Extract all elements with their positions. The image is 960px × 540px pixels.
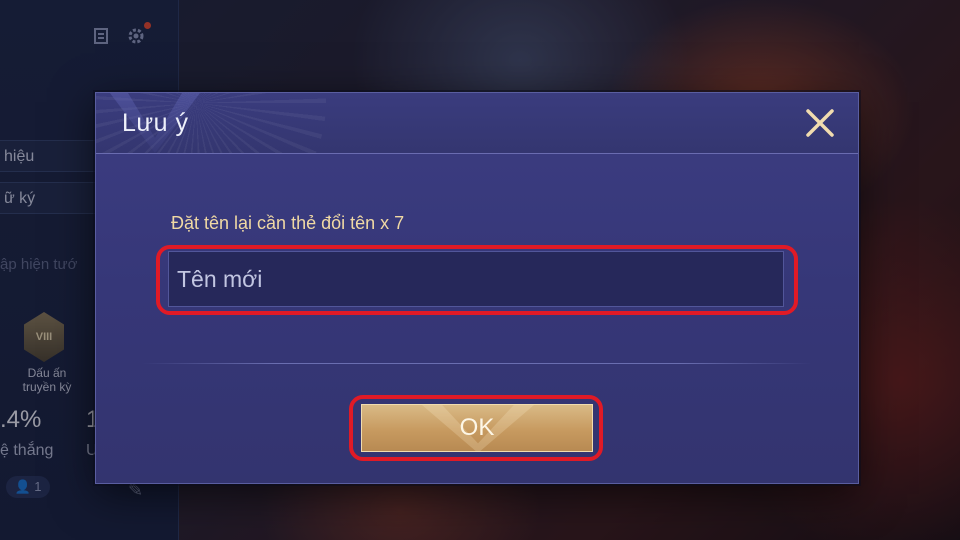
- close-icon: [806, 109, 834, 137]
- close-button[interactable]: [804, 107, 836, 139]
- dialog-divider: [142, 363, 812, 364]
- ok-button-label: OK: [459, 414, 495, 441]
- dialog-header: Lưu ý: [96, 93, 858, 154]
- new-name-input[interactable]: [168, 251, 784, 307]
- rename-dialog: Lưu ý Đặt tên lại cần thẻ đổi tên x 7 OK: [95, 92, 859, 484]
- ok-button[interactable]: OK: [361, 404, 593, 452]
- dialog-title: Lưu ý: [122, 109, 189, 137]
- rename-cost-hint: Đặt tên lại cần thẻ đổi tên x 7: [171, 213, 405, 233]
